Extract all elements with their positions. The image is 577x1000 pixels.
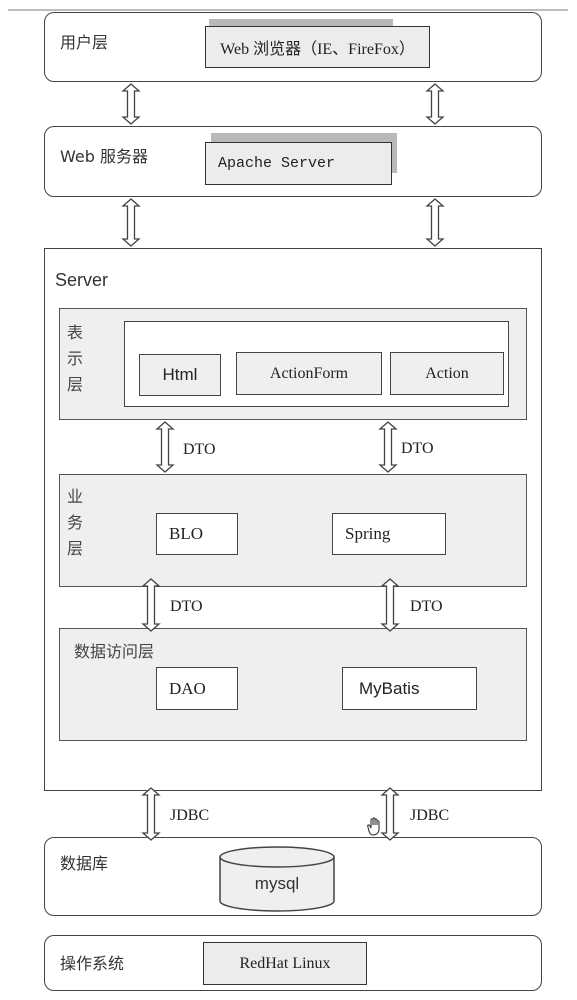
double-arrow-shape <box>155 421 175 473</box>
top-rule <box>8 9 568 11</box>
html-component: Html <box>139 354 221 396</box>
double-arrow-icon <box>141 787 161 841</box>
presentation-label-char: 示 <box>66 349 83 368</box>
server-tier-label: Server <box>55 270 109 290</box>
double-arrow-icon <box>121 83 141 125</box>
business-layer <box>59 474 527 587</box>
dto-label: DTO <box>183 441 216 458</box>
double-arrow-icon <box>425 83 445 125</box>
apache-server-label: Apache Server <box>218 155 336 172</box>
double-arrow-icon <box>155 421 175 473</box>
html-label: Html <box>162 365 198 384</box>
double-arrow-icon <box>378 421 398 473</box>
hand-cursor-icon <box>364 815 386 842</box>
web-browser-label: Web 浏览器（IE、FireFox） <box>220 41 415 58</box>
actionform-component: ActionForm <box>236 352 382 395</box>
business-label-char: 业 <box>66 487 83 506</box>
business-label-char: 层 <box>66 539 83 558</box>
dto-label: DTO <box>170 598 203 615</box>
mysql-label: mysql <box>254 874 300 893</box>
mybatis-label: MyBatis <box>359 678 420 698</box>
spring-component: Spring <box>332 513 446 555</box>
redhat-linux-box: RedHat Linux <box>203 942 367 985</box>
web-browser-box: Web 浏览器（IE、FireFox） <box>205 26 430 68</box>
double-arrow-icon <box>425 198 445 247</box>
jdbc-label: JDBC <box>410 807 450 824</box>
double-arrow-shape <box>425 83 445 125</box>
dto-label: DTO <box>410 598 443 615</box>
double-arrow-shape <box>380 578 400 632</box>
double-arrow-shape <box>378 421 398 473</box>
dao-label: DAO <box>169 678 206 698</box>
apache-server-box: Apache Server <box>205 142 392 185</box>
user-tier-label: 用户层 <box>60 33 109 52</box>
double-arrow-icon <box>380 578 400 632</box>
blo-label: BLO <box>169 524 203 543</box>
redhat-linux-label: RedHat Linux <box>239 954 331 972</box>
business-label-char: 务 <box>66 513 83 532</box>
dto-label: DTO <box>401 440 434 457</box>
actionform-label: ActionForm <box>269 364 349 382</box>
double-arrow-icon <box>141 578 161 632</box>
double-arrow-icon <box>121 198 141 247</box>
database-tier-label: 数据库 <box>60 854 109 873</box>
double-arrow-shape <box>425 198 445 247</box>
double-arrow-shape <box>121 83 141 125</box>
os-tier-label: 操作系统 <box>60 954 125 973</box>
business-layer-label: 业 务 层 <box>65 484 85 562</box>
action-label: Action <box>425 364 469 382</box>
data-access-layer-label: 数据访问层 <box>74 642 155 661</box>
double-arrow-shape <box>121 198 141 247</box>
blo-component: BLO <box>156 513 238 555</box>
spring-label: Spring <box>345 524 391 543</box>
action-component: Action <box>390 352 504 395</box>
presentation-layer-label: 表 示 层 <box>65 320 85 398</box>
web-server-tier-label: Web 服务器 <box>60 147 148 166</box>
dao-component: DAO <box>156 667 238 710</box>
jdbc-label: JDBC <box>170 807 210 824</box>
double-arrow-shape <box>141 787 161 841</box>
mybatis-component: MyBatis <box>342 667 477 710</box>
presentation-label-char: 表 <box>66 323 83 342</box>
double-arrow-shape <box>141 578 161 632</box>
presentation-label-char: 层 <box>66 375 83 394</box>
